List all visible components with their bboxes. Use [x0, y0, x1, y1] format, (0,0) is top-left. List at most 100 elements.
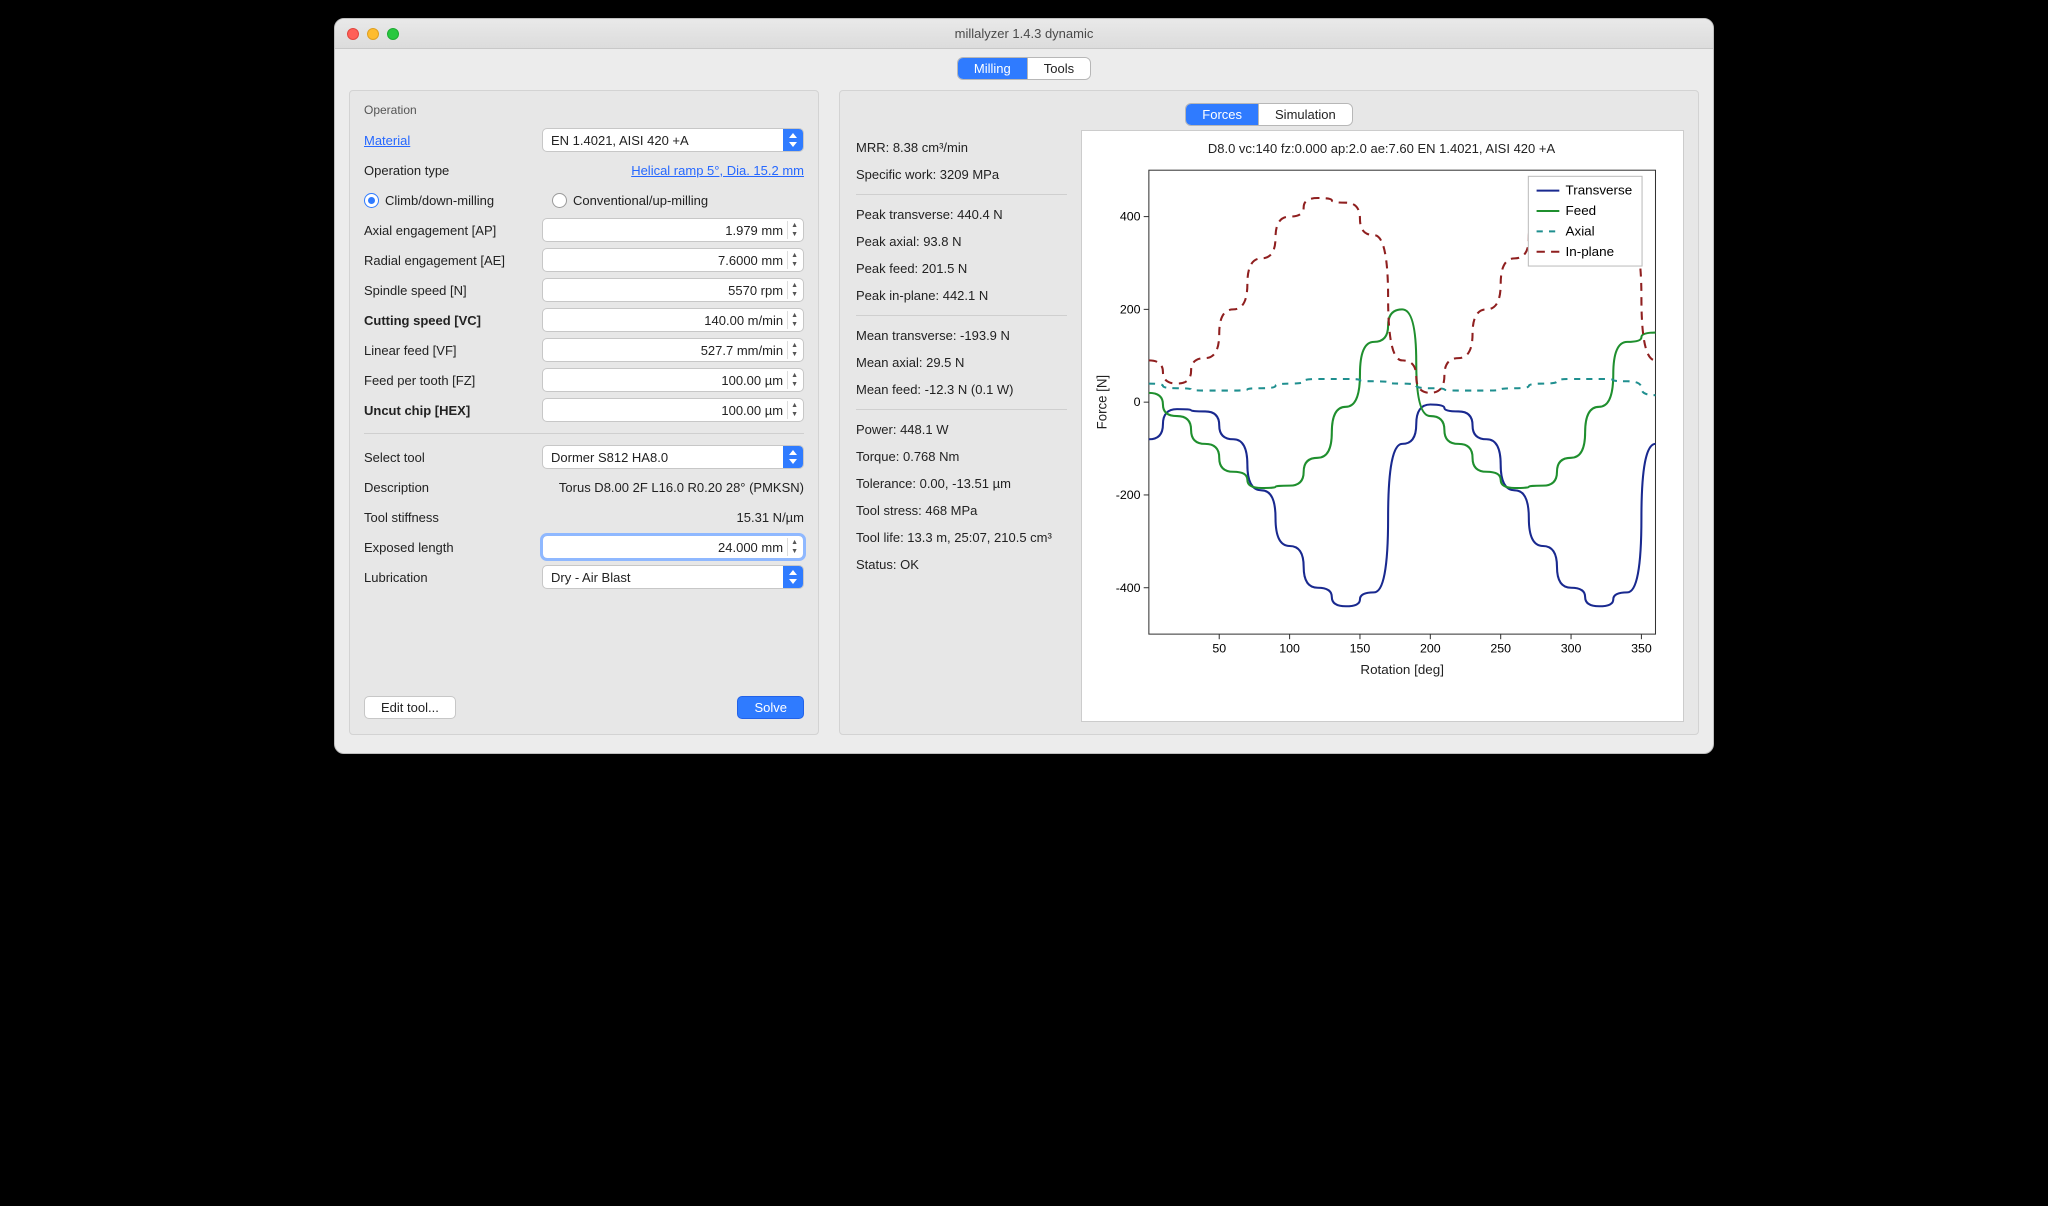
- chevron-down-icon[interactable]: ▼: [788, 547, 801, 556]
- main-tab-group: Milling Tools: [957, 57, 1091, 80]
- svg-text:100: 100: [1279, 642, 1300, 656]
- chevron-down-icon[interactable]: ▼: [788, 410, 801, 419]
- vc-input[interactable]: 140.00 m/min▲▼: [542, 308, 804, 332]
- fz-input[interactable]: 100.00 µm▲▼: [542, 368, 804, 392]
- exposed-label: Exposed length: [364, 540, 534, 555]
- maximize-icon[interactable]: [387, 28, 399, 40]
- svg-text:400: 400: [1120, 210, 1141, 224]
- chevron-up-icon[interactable]: ▲: [788, 221, 801, 230]
- radio-on-icon: [364, 193, 379, 208]
- material-value: EN 1.4021, AISI 420 +A: [551, 133, 689, 148]
- svg-text:350: 350: [1631, 642, 1652, 656]
- svg-text:150: 150: [1350, 642, 1371, 656]
- tab-simulation[interactable]: Simulation: [1258, 104, 1352, 125]
- svg-text:Force [N]: Force [N]: [1094, 375, 1109, 429]
- vf-input[interactable]: 527.7 mm/min▲▼: [542, 338, 804, 362]
- chevron-down-icon[interactable]: ▼: [788, 320, 801, 329]
- svg-text:200: 200: [1420, 642, 1441, 656]
- svg-text:-400: -400: [1116, 581, 1141, 595]
- n-label: Spindle speed [N]: [364, 283, 534, 298]
- stiffness-value: 15.31 N/µm: [542, 510, 804, 525]
- tab-tools[interactable]: Tools: [1027, 58, 1090, 79]
- radio-off-icon: [552, 193, 567, 208]
- chevron-up-icon[interactable]: ▲: [788, 538, 801, 547]
- svg-text:Feed: Feed: [1566, 203, 1597, 218]
- stat-mean-trans: Mean transverse: -193.9 N: [856, 322, 1067, 349]
- tab-forces[interactable]: Forces: [1186, 104, 1258, 125]
- radio-conventional[interactable]: Conventional/up-milling: [552, 193, 722, 208]
- vf-label: Linear feed [VF]: [364, 343, 534, 358]
- edit-tool-button[interactable]: Edit tool...: [364, 696, 456, 719]
- solve-button[interactable]: Solve: [737, 696, 804, 719]
- tab-milling[interactable]: Milling: [958, 58, 1027, 79]
- ae-input[interactable]: 7.6000 mm▲▼: [542, 248, 804, 272]
- window-title: millalyzer 1.4.3 dynamic: [335, 26, 1713, 41]
- chevron-down-icon[interactable]: ▼: [788, 290, 801, 299]
- force-chart: D8.0 vc:140 fz:0.000 ap:2.0 ae:7.60 EN 1…: [1081, 130, 1684, 722]
- chevron-updown-icon: [783, 566, 803, 588]
- tool-select[interactable]: Dormer S812 HA8.0: [542, 445, 804, 469]
- sub-tab-group: Forces Simulation: [1185, 103, 1352, 126]
- stat-torque: Torque: 0.768 Nm: [856, 443, 1067, 470]
- chevron-down-icon[interactable]: ▼: [788, 350, 801, 359]
- chevron-updown-icon: [783, 446, 803, 468]
- svg-text:0: 0: [1134, 395, 1141, 409]
- svg-text:Transverse: Transverse: [1566, 183, 1633, 198]
- results-panel: Forces Simulation MRR: 8.38 cm³/min Spec…: [839, 90, 1699, 735]
- hex-input[interactable]: 100.00 µm▲▼: [542, 398, 804, 422]
- svg-text:-200: -200: [1116, 488, 1141, 502]
- lubrication-select[interactable]: Dry - Air Blast: [542, 565, 804, 589]
- minimize-icon[interactable]: [367, 28, 379, 40]
- stat-mean-feed: Mean feed: -12.3 N (0.1 W): [856, 376, 1067, 403]
- stat-tool-life: Tool life: 13.3 m, 25:07, 210.5 cm³: [856, 524, 1067, 551]
- ap-input[interactable]: 1.979 mm▲▼: [542, 218, 804, 242]
- svg-text:300: 300: [1561, 642, 1582, 656]
- stiffness-label: Tool stiffness: [364, 510, 534, 525]
- n-input[interactable]: 5570 rpm▲▼: [542, 278, 804, 302]
- operation-panel: Operation Material EN 1.4021, AISI 420 +…: [349, 90, 819, 735]
- title-bar: millalyzer 1.4.3 dynamic: [335, 19, 1713, 49]
- ae-label: Radial engagement [AE]: [364, 253, 534, 268]
- svg-text:Axial: Axial: [1566, 224, 1595, 239]
- stat-peak-trans: Peak transverse: 440.4 N: [856, 201, 1067, 228]
- material-label[interactable]: Material: [364, 133, 534, 148]
- exposed-input[interactable]: 24.000 mm▲▼: [542, 535, 804, 559]
- stat-mean-axial: Mean axial: 29.5 N: [856, 349, 1067, 376]
- fz-label: Feed per tooth [FZ]: [364, 373, 534, 388]
- close-icon[interactable]: [347, 28, 359, 40]
- svg-text:50: 50: [1212, 642, 1226, 656]
- material-select[interactable]: EN 1.4021, AISI 420 +A: [542, 128, 804, 152]
- stat-tolerance: Tolerance: 0.00, -13.51 µm: [856, 470, 1067, 497]
- radio-climb[interactable]: Climb/down-milling: [364, 193, 534, 208]
- chevron-down-icon[interactable]: ▼: [788, 380, 801, 389]
- stats-block: MRR: 8.38 cm³/min Specific work: 3209 MP…: [854, 130, 1069, 722]
- chevron-up-icon[interactable]: ▲: [788, 401, 801, 410]
- chevron-up-icon[interactable]: ▲: [788, 311, 801, 320]
- operation-heading: Operation: [364, 103, 804, 117]
- app-window: millalyzer 1.4.3 dynamic Milling Tools O…: [334, 18, 1714, 754]
- ap-label: Axial engagement [AP]: [364, 223, 534, 238]
- chart-title: D8.0 vc:140 fz:0.000 ap:2.0 ae:7.60 EN 1…: [1092, 141, 1671, 156]
- stat-peak-inplane: Peak in-plane: 442.1 N: [856, 282, 1067, 309]
- svg-text:Rotation [deg]: Rotation [deg]: [1360, 662, 1444, 677]
- operation-type-link[interactable]: Helical ramp 5°, Dia. 15.2 mm: [631, 163, 804, 178]
- chart-svg: -400 -200 0 200 400 50 100 150 200 250 300 350 Rotat…: [1092, 160, 1671, 680]
- desc-label: Description: [364, 480, 534, 495]
- select-tool-label: Select tool: [364, 450, 534, 465]
- stat-peak-feed: Peak feed: 201.5 N: [856, 255, 1067, 282]
- svg-text:200: 200: [1120, 303, 1141, 317]
- stat-mrr: MRR: 8.38 cm³/min: [856, 134, 1067, 161]
- svg-text:250: 250: [1490, 642, 1511, 656]
- chevron-up-icon[interactable]: ▲: [788, 341, 801, 350]
- chevron-up-icon[interactable]: ▲: [788, 281, 801, 290]
- hex-label: Uncut chip [HEX]: [364, 403, 534, 418]
- stat-tool-stress: Tool stress: 468 MPa: [856, 497, 1067, 524]
- stat-peak-axial: Peak axial: 93.8 N: [856, 228, 1067, 255]
- chevron-up-icon[interactable]: ▲: [788, 371, 801, 380]
- chevron-down-icon[interactable]: ▼: [788, 230, 801, 239]
- stat-status: Status: OK: [856, 551, 1067, 578]
- chevron-up-icon[interactable]: ▲: [788, 251, 801, 260]
- lubrication-label: Lubrication: [364, 570, 534, 585]
- chevron-down-icon[interactable]: ▼: [788, 260, 801, 269]
- stat-specwork: Specific work: 3209 MPa: [856, 161, 1067, 188]
